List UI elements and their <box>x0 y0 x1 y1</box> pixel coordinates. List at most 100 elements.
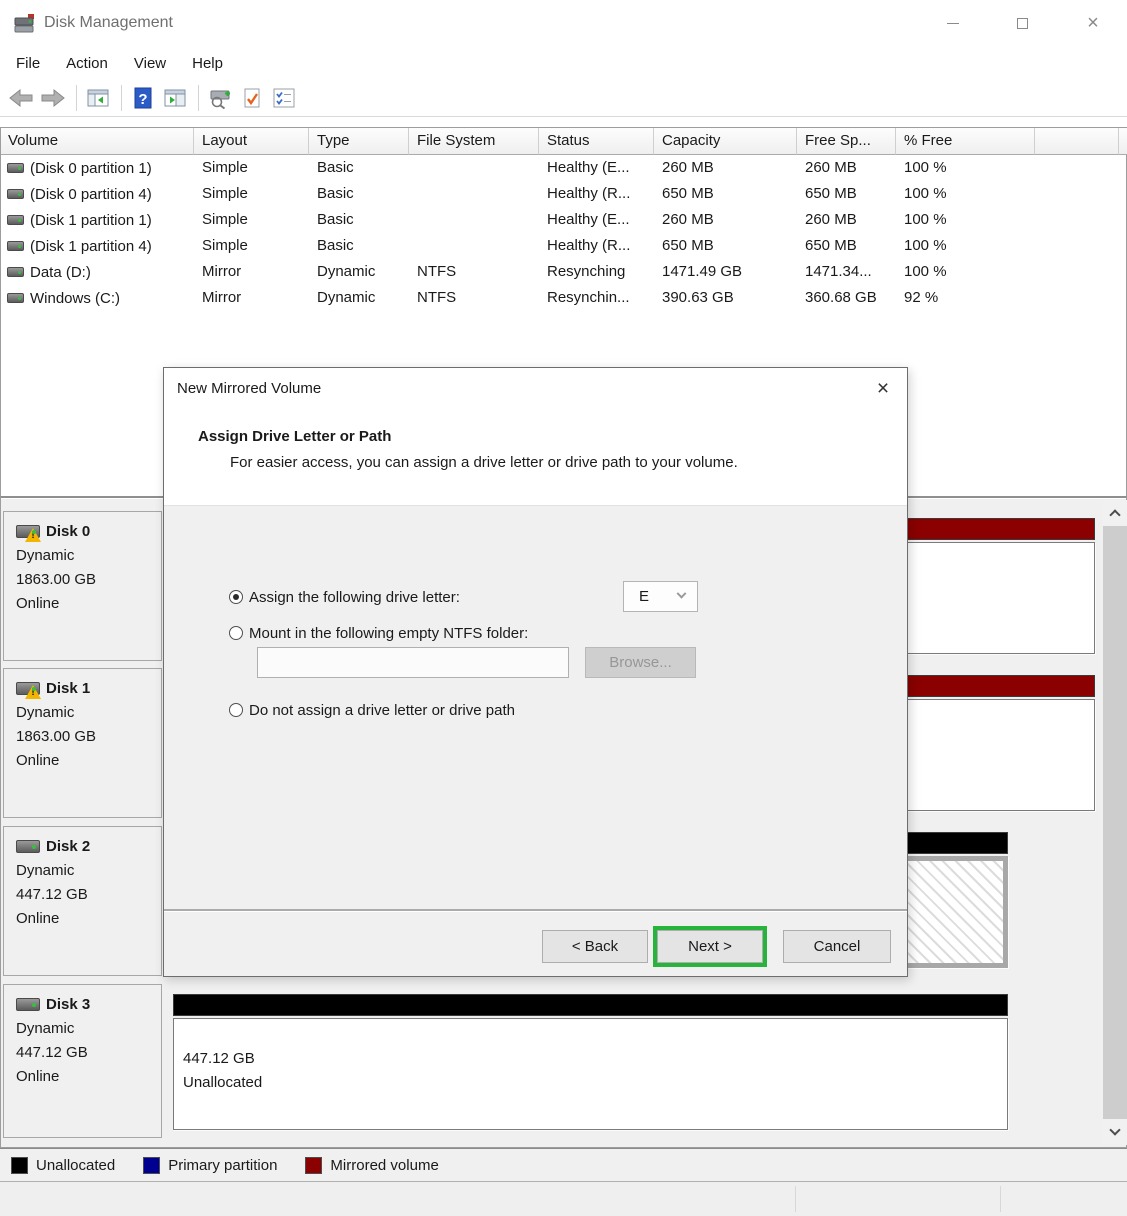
disk-warning-icon: ! <box>16 525 40 538</box>
next-button-highlight: Next > <box>653 926 767 967</box>
menu-help[interactable]: Help <box>179 51 236 76</box>
cell-fs <box>409 181 539 207</box>
cell-capacity: 650 MB <box>654 233 797 259</box>
show-action-pane-icon[interactable] <box>160 83 190 113</box>
disk-status: Online <box>4 907 161 931</box>
help-icon[interactable]: ? <box>128 83 158 113</box>
cell-volume: Windows (C:) <box>30 286 120 311</box>
chevron-down-icon <box>677 589 687 599</box>
mirrored-volume-swatch <box>305 1157 322 1174</box>
title-bar: Disk Management × <box>0 0 1127 47</box>
disk-name: Disk 2 <box>46 838 90 855</box>
radio-assign-drive-letter-label[interactable]: Assign the following drive letter: <box>249 589 460 606</box>
radio-no-drive-letter-label[interactable]: Do not assign a drive letter or drive pa… <box>249 702 515 719</box>
unallocated-region[interactable]: 447.12 GB Unallocated <box>173 1018 1008 1130</box>
cell-free: 260 MB <box>797 207 896 233</box>
radio-no-drive-letter[interactable] <box>229 703 243 717</box>
unallocated-size: 447.12 GB <box>183 1047 1007 1071</box>
disk2-info-panel[interactable]: Disk 2 Dynamic 447.12 GB Online <box>3 826 162 976</box>
drive-letter-dropdown[interactable]: E <box>623 581 698 612</box>
cell-layout: Simple <box>194 207 309 233</box>
cell-type: Basic <box>309 181 409 207</box>
next-button[interactable]: Next > <box>657 930 763 963</box>
checklist-icon[interactable] <box>269 83 299 113</box>
col-type[interactable]: Type <box>309 128 409 155</box>
disk-status: Online <box>4 749 161 773</box>
disk3-volume-graph[interactable]: 447.12 GB Unallocated <box>173 990 1008 1138</box>
table-row[interactable]: Windows (C:) Mirror Dynamic NTFS Resynch… <box>1 285 1126 311</box>
legend-item: Mirrored volume <box>305 1157 438 1174</box>
cell-volume: (Disk 1 partition 1) <box>30 208 152 233</box>
minimize-button[interactable] <box>930 6 976 40</box>
disk0-info-panel[interactable]: ! Disk 0 Dynamic 1863.00 GB Online <box>3 511 162 661</box>
scroll-down-button[interactable] <box>1103 1119 1127 1145</box>
menu-action[interactable]: Action <box>53 51 121 76</box>
col-status[interactable]: Status <box>539 128 654 155</box>
cell-type: Basic <box>309 233 409 259</box>
show-console-tree-icon[interactable] <box>83 83 113 113</box>
cell-volume: (Disk 0 partition 1) <box>30 156 152 181</box>
disk-size: 447.12 GB <box>4 883 161 907</box>
table-row[interactable]: Data (D:) Mirror Dynamic NTFS Resynching… <box>1 259 1126 285</box>
disk1-info-panel[interactable]: ! Disk 1 Dynamic 1863.00 GB Online <box>3 668 162 818</box>
maximize-button[interactable] <box>999 6 1045 40</box>
cell-layout: Simple <box>194 181 309 207</box>
table-row[interactable]: (Disk 0 partition 4) Simple Basic Health… <box>1 181 1126 207</box>
svg-text:?: ? <box>138 91 147 108</box>
col-volume[interactable]: Volume <box>1 128 194 155</box>
radio-mount-ntfs-folder-label[interactable]: Mount in the following empty NTFS folder… <box>249 625 528 642</box>
legend-label: Mirrored volume <box>330 1157 438 1174</box>
cell-free: 360.68 GB <box>797 285 896 311</box>
cell-capacity: 260 MB <box>654 207 797 233</box>
col-free-space[interactable]: Free Sp... <box>797 128 896 155</box>
cell-fs: NTFS <box>409 259 539 285</box>
scroll-up-button[interactable] <box>1103 500 1127 526</box>
menu-bar: File Action View Help <box>0 47 1127 80</box>
col-filler <box>1119 128 1127 155</box>
back-button[interactable]: < Back <box>542 930 648 963</box>
rescan-disks-icon[interactable] <box>205 83 235 113</box>
cell-capacity: 390.63 GB <box>654 285 797 311</box>
unallocated-band <box>173 994 1008 1016</box>
disk-name: Disk 3 <box>46 996 90 1013</box>
volume-list-header: Volume Layout Type File System Status Ca… <box>1 128 1126 155</box>
disk-type: Dynamic <box>4 544 161 568</box>
dialog-close-icon[interactable]: × <box>869 375 897 403</box>
cancel-button[interactable]: Cancel <box>783 930 891 963</box>
disk-type: Dynamic <box>4 1017 161 1041</box>
forward-icon[interactable] <box>38 83 68 113</box>
cell-pct: 92 % <box>896 285 1035 311</box>
cell-capacity: 1471.49 GB <box>654 259 797 285</box>
back-icon[interactable] <box>6 83 36 113</box>
col-empty <box>1035 128 1119 155</box>
radio-assign-drive-letter[interactable] <box>229 590 243 604</box>
col-file-system[interactable]: File System <box>409 128 539 155</box>
legend-label: Unallocated <box>36 1157 115 1174</box>
cell-layout: Mirror <box>194 259 309 285</box>
status-divider <box>795 1186 796 1212</box>
cell-type: Basic <box>309 155 409 181</box>
table-row[interactable]: (Disk 0 partition 1) Simple Basic Health… <box>1 155 1126 181</box>
disk3-info-panel[interactable]: Disk 3 Dynamic 447.12 GB Online <box>3 984 162 1138</box>
col-pct-free[interactable]: % Free <box>896 128 1035 155</box>
col-capacity[interactable]: Capacity <box>654 128 797 155</box>
cell-free: 260 MB <box>797 155 896 181</box>
menu-file[interactable]: File <box>3 51 53 76</box>
mount-path-input[interactable] <box>257 647 569 678</box>
dialog-banner: New Mirrored Volume × Assign Drive Lette… <box>164 368 907 506</box>
table-row[interactable]: (Disk 1 partition 1) Simple Basic Health… <box>1 207 1126 233</box>
primary-partition-swatch <box>143 1157 160 1174</box>
col-layout[interactable]: Layout <box>194 128 309 155</box>
close-button[interactable]: × <box>1070 6 1116 40</box>
menu-view[interactable]: View <box>121 51 179 76</box>
browse-button[interactable]: Browse... <box>585 647 696 678</box>
cell-free: 650 MB <box>797 233 896 259</box>
table-row[interactable]: (Disk 1 partition 4) Simple Basic Health… <box>1 233 1126 259</box>
check-document-icon[interactable] <box>237 83 267 113</box>
cell-type: Basic <box>309 207 409 233</box>
vertical-scrollbar[interactable] <box>1103 500 1127 1145</box>
cell-fs <box>409 207 539 233</box>
cell-type: Dynamic <box>309 259 409 285</box>
radio-mount-ntfs-folder[interactable] <box>229 626 243 640</box>
cell-layout: Simple <box>194 233 309 259</box>
